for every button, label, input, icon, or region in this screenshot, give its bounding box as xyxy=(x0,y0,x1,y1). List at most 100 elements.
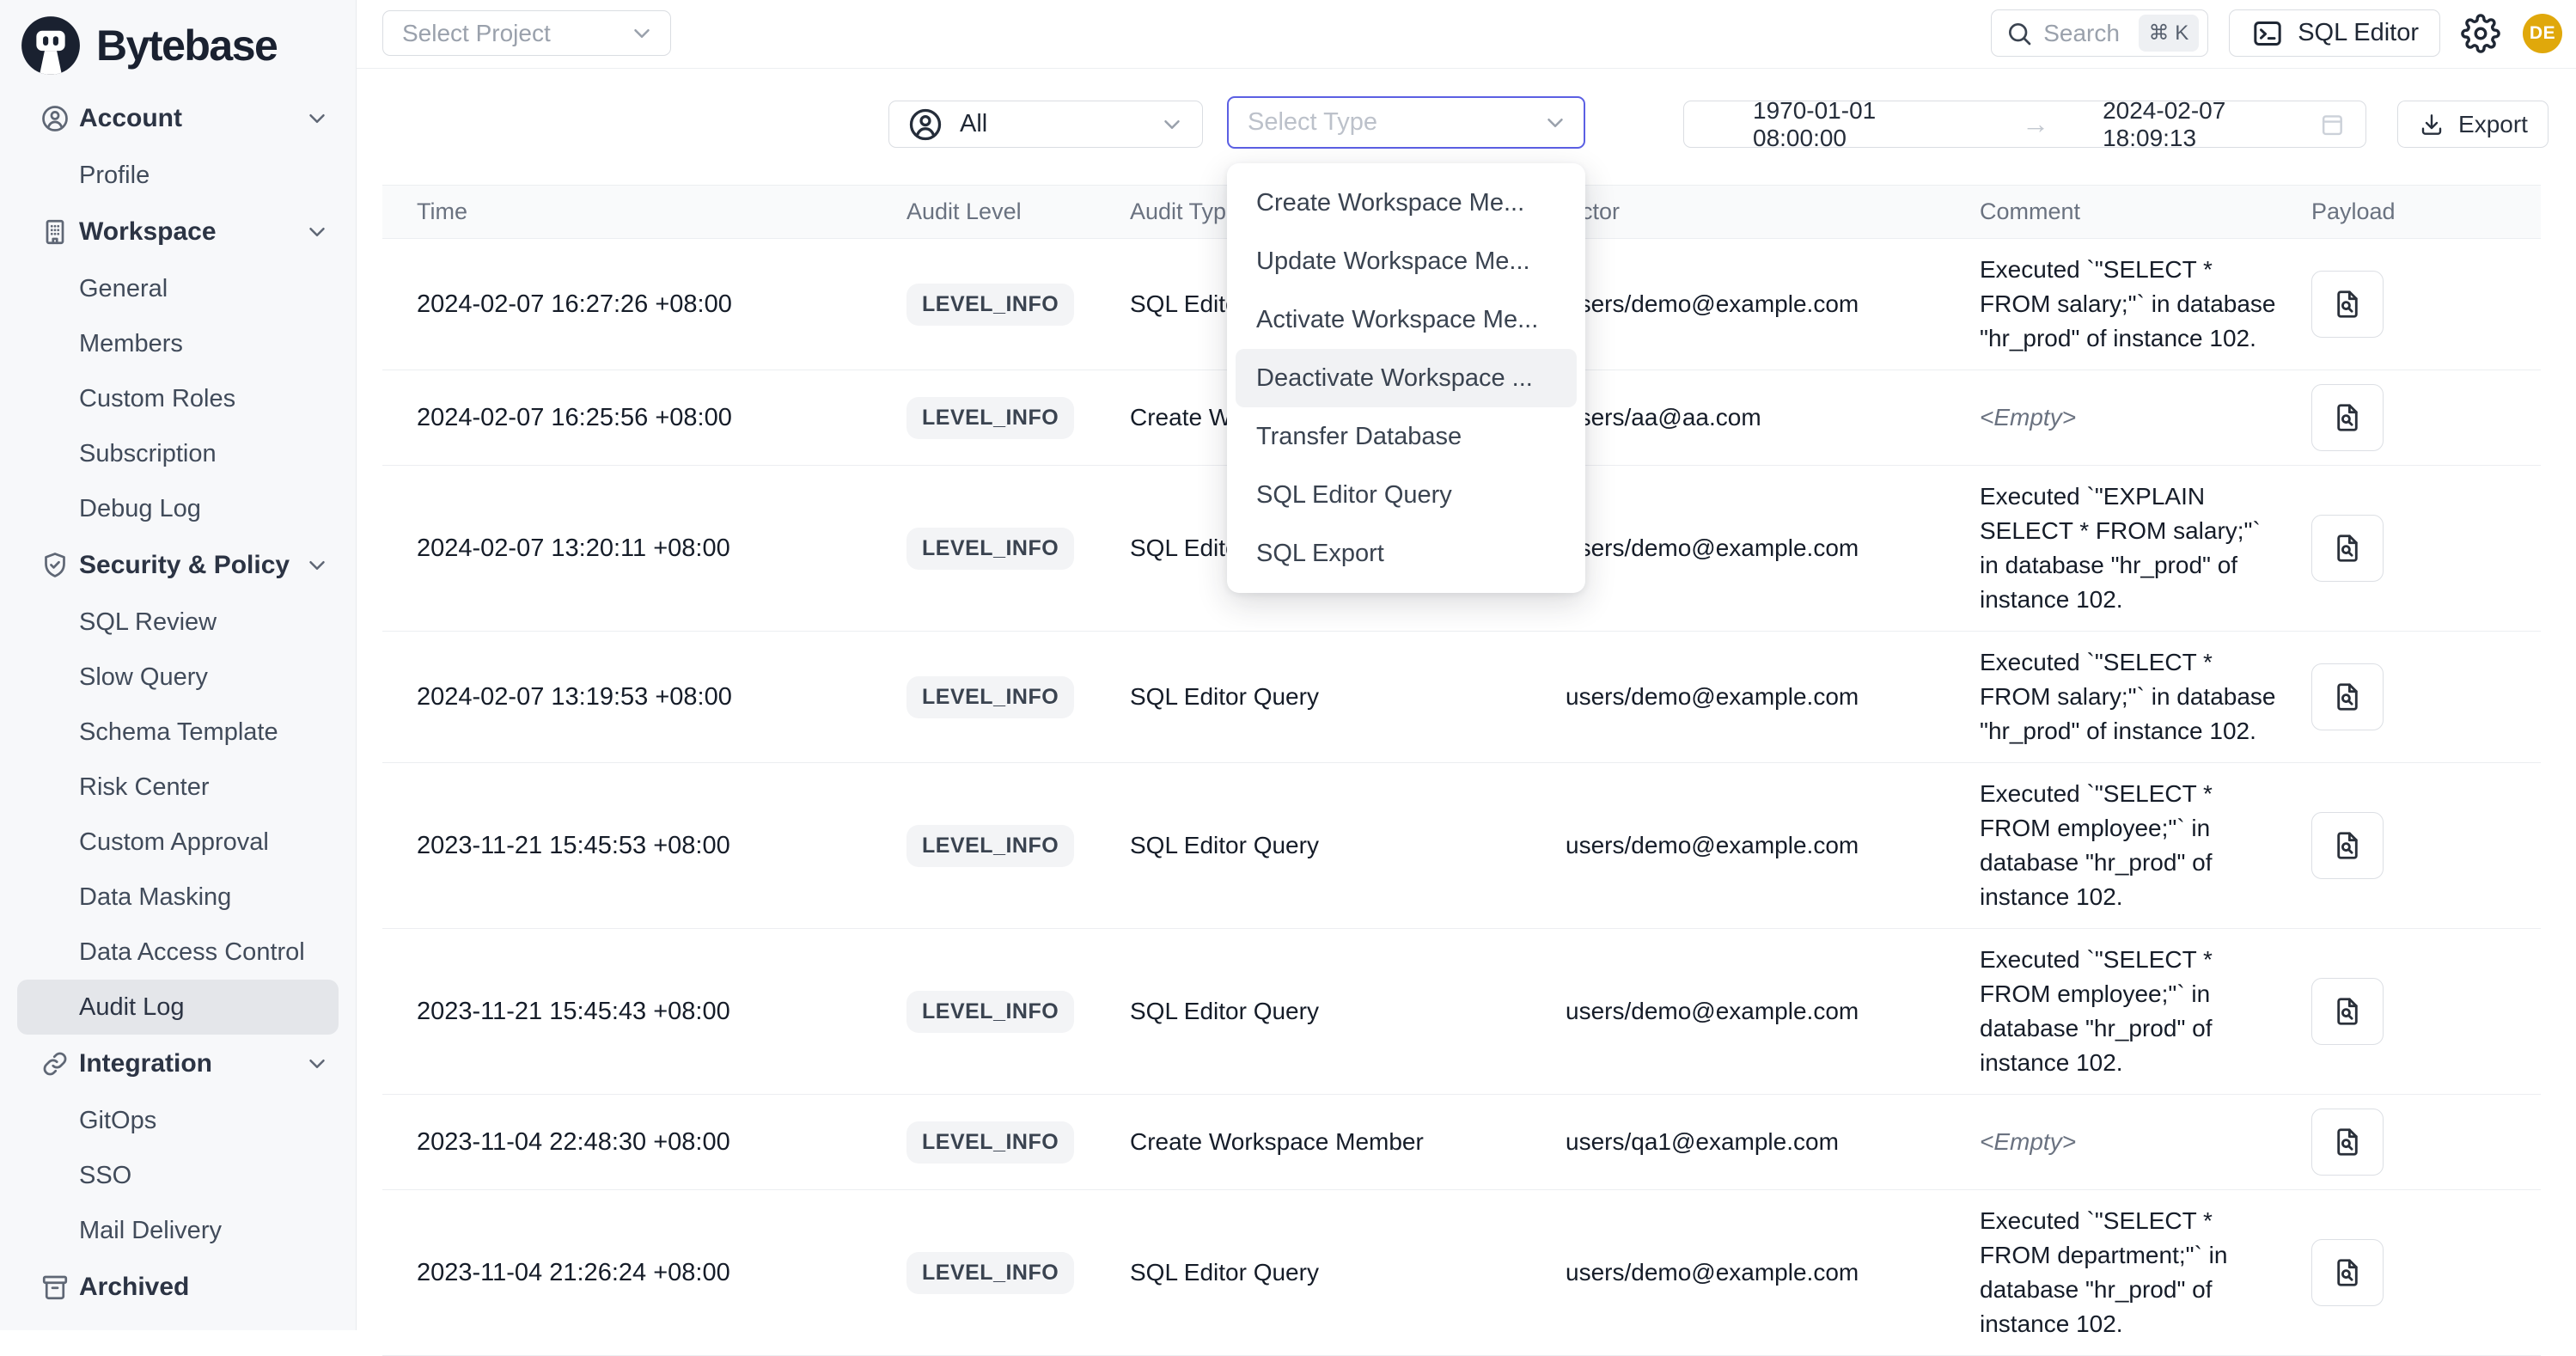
payload-view-button[interactable] xyxy=(2311,1239,2384,1306)
sidebar-item[interactable]: GitOps xyxy=(0,1093,356,1148)
level-cell: LEVEL_INFO xyxy=(906,676,1130,718)
payload-view-button[interactable] xyxy=(2311,271,2384,338)
sidebar-item[interactable]: Schema Template xyxy=(0,705,356,760)
audit-log-row: 2023-11-04 21:26:24 +08:00 LEVEL_INFO SQ… xyxy=(382,1190,2541,1356)
payload-view-button[interactable] xyxy=(2311,978,2384,1045)
type-option[interactable]: Update Workspace Me... xyxy=(1236,232,1577,290)
actor-cell: users/demo@example.com xyxy=(1566,534,1980,562)
sidebar-item[interactable]: SQL Review xyxy=(0,595,356,650)
time-cell: 2024-02-07 16:27:26 +08:00 xyxy=(417,290,906,319)
chevron-down-icon xyxy=(1159,112,1185,137)
actor-cell: users/qa1@example.com xyxy=(1566,1128,1980,1156)
user-circle-icon xyxy=(40,103,70,134)
comment-cell: Executed `"SELECT * FROM salary;"` in da… xyxy=(1980,253,2311,356)
actor-filter-value: All xyxy=(960,110,987,138)
sql-editor-label: SQL Editor xyxy=(2298,19,2419,47)
actor-cell: users/demo@example.com xyxy=(1566,998,1980,1025)
payload-cell xyxy=(2311,1239,2541,1306)
settings-gear-button[interactable] xyxy=(2461,13,2502,54)
sidebar-item[interactable]: Risk Center xyxy=(0,760,356,815)
date-range-picker[interactable]: 1970-01-01 08:00:00 → 2024-02-07 18:09:1… xyxy=(1683,101,2366,148)
time-cell: 2024-02-07 16:25:56 +08:00 xyxy=(417,404,906,432)
actor-cell: users/demo@example.com xyxy=(1566,832,1980,859)
payload-view-button[interactable] xyxy=(2311,1109,2384,1176)
sidebar-item[interactable]: Members xyxy=(0,316,356,371)
sidebar-item[interactable]: Custom Roles xyxy=(0,371,356,426)
sidebar-item[interactable]: Workspace xyxy=(0,203,356,261)
sidebar-item[interactable]: Data Access Control xyxy=(0,925,356,980)
sidebar-item[interactable]: Audit Log xyxy=(17,980,339,1035)
sidebar-item[interactable]: Subscription xyxy=(0,426,356,481)
chevron-down-icon xyxy=(304,219,330,245)
audit-level-badge: LEVEL_INFO xyxy=(906,528,1074,570)
sidebar-item[interactable]: General xyxy=(0,261,356,316)
actor-filter-select[interactable]: All xyxy=(888,101,1203,148)
sql-editor-button[interactable]: SQL Editor xyxy=(2229,9,2440,57)
type-option[interactable]: Deactivate Workspace ... xyxy=(1236,349,1577,407)
download-icon xyxy=(2418,111,2445,138)
sidebar-item[interactable]: Mail Delivery xyxy=(0,1203,356,1258)
type-option[interactable]: Create Workspace Me... xyxy=(1236,174,1577,232)
export-label: Export xyxy=(2458,111,2528,138)
payload-cell xyxy=(2311,515,2541,582)
archive-icon xyxy=(40,1272,70,1303)
brand-logo[interactable]: Bytebase xyxy=(0,0,356,84)
type-option[interactable]: SQL Export xyxy=(1236,524,1577,583)
comment-cell: Executed `"SELECT * FROM employee;"` in … xyxy=(1980,777,2311,914)
time-cell: 2023-11-21 15:45:43 +08:00 xyxy=(417,998,906,1026)
sidebar-item[interactable]: Profile xyxy=(0,148,356,203)
type-option[interactable]: Transfer Database xyxy=(1236,407,1577,466)
sidebar-item[interactable]: Slow Query xyxy=(0,650,356,705)
time-cell: 2023-11-04 21:26:24 +08:00 xyxy=(417,1259,906,1287)
payload-cell xyxy=(2311,271,2541,338)
comment-cell: Executed `"SELECT * FROM department;"` i… xyxy=(1980,1204,2311,1341)
select-project-dropdown[interactable]: Select Project xyxy=(382,10,671,56)
time-cell: 2023-11-04 22:48:30 +08:00 xyxy=(417,1128,906,1157)
level-cell: LEVEL_INFO xyxy=(906,528,1130,570)
file-search-icon xyxy=(2331,1256,2364,1289)
audit-log-row: 2023-11-21 15:45:43 +08:00 LEVEL_INFO SQ… xyxy=(382,929,2541,1095)
sidebar-item[interactable]: Archived xyxy=(0,1258,356,1316)
date-range-start: 1970-01-01 08:00:00 xyxy=(1753,97,1969,152)
sidebar-item[interactable]: Debug Log xyxy=(0,481,356,536)
payload-cell xyxy=(2311,1109,2541,1176)
column-header-actor: Actor xyxy=(1566,199,1980,225)
type-cell: Create Workspace Member xyxy=(1130,1128,1566,1156)
comment-cell: Executed `"SELECT * FROM employee;"` in … xyxy=(1980,943,2311,1080)
file-search-icon xyxy=(2331,1126,2364,1158)
user-avatar[interactable]: DE xyxy=(2523,14,2562,53)
payload-view-button[interactable] xyxy=(2311,384,2384,451)
sidebar-item[interactable]: Security & Policy xyxy=(0,536,356,595)
type-filter-placeholder: Select Type xyxy=(1248,108,1542,137)
sidebar-item[interactable]: Data Masking xyxy=(0,870,356,925)
audit-level-badge: LEVEL_INFO xyxy=(906,1252,1074,1294)
column-header-time: Time xyxy=(417,199,906,225)
type-filter-select[interactable]: Select Type xyxy=(1227,96,1585,149)
file-search-icon xyxy=(2331,288,2364,321)
sidebar-item[interactable]: Account xyxy=(0,89,356,148)
date-range-end: 2024-02-07 18:09:13 xyxy=(2103,97,2318,152)
sidebar-item[interactable]: Custom Approval xyxy=(0,815,356,870)
type-cell: SQL Editor Query xyxy=(1130,832,1566,859)
payload-view-button[interactable] xyxy=(2311,663,2384,730)
payload-view-button[interactable] xyxy=(2311,515,2384,582)
sidebar-item[interactable]: SSO xyxy=(0,1148,356,1203)
search-shortcut-badge: ⌘ K xyxy=(2139,15,2200,52)
link-icon xyxy=(40,1048,70,1079)
chevron-down-icon xyxy=(304,553,330,578)
time-cell: 2024-02-07 13:19:53 +08:00 xyxy=(417,683,906,712)
sidebar-item[interactable]: Integration xyxy=(0,1035,356,1093)
type-cell: SQL Editor Query xyxy=(1130,998,1566,1025)
sidebar: Bytebase Account Profile Workspace xyxy=(0,0,357,1330)
type-option[interactable]: Activate Workspace Me... xyxy=(1236,290,1577,349)
terminal-icon xyxy=(2250,16,2285,51)
file-search-icon xyxy=(2331,681,2364,713)
export-button[interactable]: Export xyxy=(2397,101,2549,148)
search-input[interactable]: Search ⌘ K xyxy=(1991,9,2208,57)
topbar-actions: Search ⌘ K SQL Editor DE xyxy=(1991,9,2562,57)
type-option[interactable]: SQL Editor Query xyxy=(1236,466,1577,524)
time-cell: 2023-11-21 15:45:53 +08:00 xyxy=(417,832,906,860)
file-search-icon xyxy=(2331,532,2364,565)
payload-view-button[interactable] xyxy=(2311,812,2384,879)
audit-level-badge: LEVEL_INFO xyxy=(906,284,1074,326)
